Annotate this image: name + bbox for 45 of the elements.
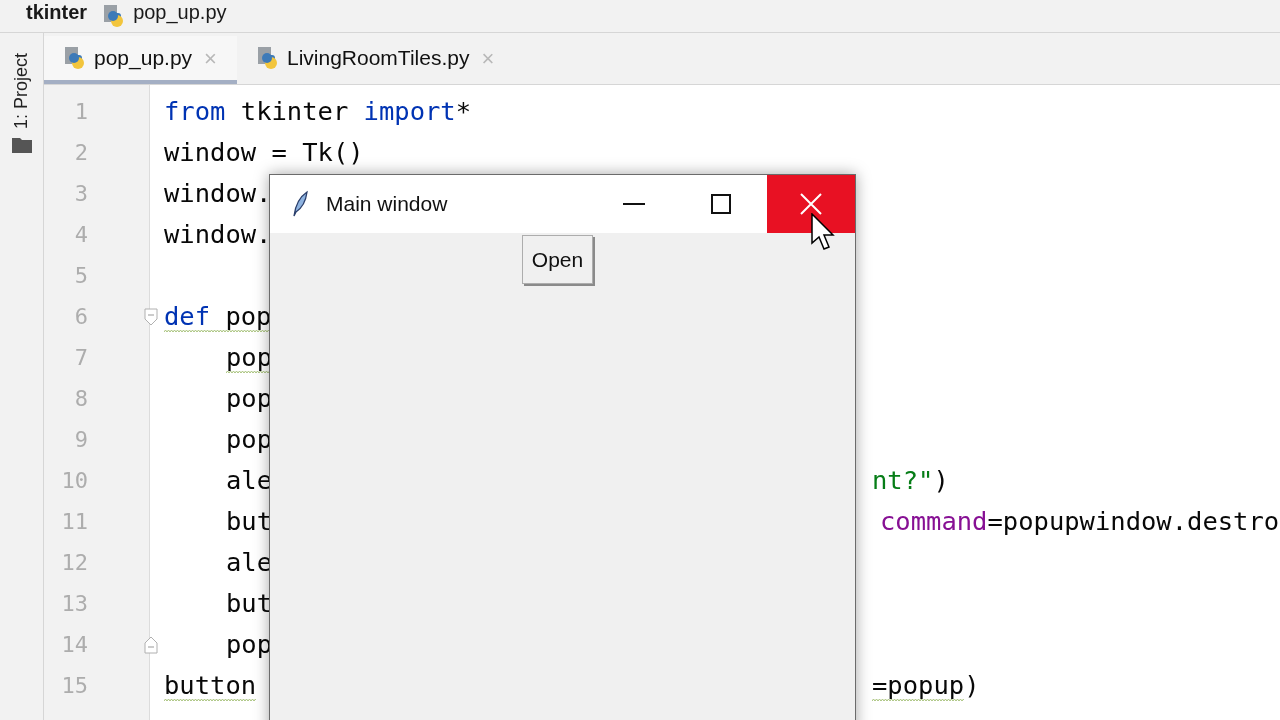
code-text: window. (164, 218, 272, 252)
code-text: from tkinter import* (164, 95, 472, 129)
line-number: 15 (60, 672, 88, 700)
line-number: 12 (60, 549, 88, 577)
line-number: 2 (73, 139, 88, 167)
window-title: Main window (326, 191, 449, 218)
python-file-icon (256, 46, 279, 70)
code-text: pop (226, 628, 273, 662)
line-number: 1 (73, 98, 88, 126)
python-file-icon (103, 4, 126, 28)
line-number: 3 (73, 180, 88, 208)
python-file-icon (64, 46, 86, 70)
line-number: 10 (60, 467, 88, 495)
mouse-cursor-icon (811, 213, 835, 253)
line-number: 4 (73, 221, 88, 249)
close-button[interactable] (767, 175, 855, 233)
folder-icon (11, 137, 32, 154)
code-text: but (226, 505, 273, 539)
code-text: but (226, 587, 273, 621)
close-icon (800, 193, 822, 215)
line-number: 11 (60, 508, 88, 536)
code-text: window = Tk() (164, 136, 364, 170)
code-text: nt?") (872, 464, 949, 498)
project-tool-tab[interactable]: 1: Project (8, 53, 35, 130)
line-number: 8 (73, 385, 88, 413)
code-text: ale (226, 464, 273, 498)
line-number: 13 (60, 590, 88, 618)
line-number: 7 (73, 344, 88, 372)
line-number: 14 (60, 631, 88, 659)
code-text: pop (226, 382, 273, 416)
line-number: 6 (73, 303, 88, 331)
code-text: pop (226, 423, 273, 457)
line-number: 5 (73, 262, 88, 290)
breadcrumb-item[interactable]: pop_up.py (133, 0, 227, 27)
breadcrumb-item[interactable]: tkinter (26, 0, 88, 27)
maximize-icon[interactable] (711, 194, 731, 214)
feather-icon (290, 190, 310, 218)
editor-tab[interactable]: pop_up.py × (44, 36, 237, 84)
line-number: 9 (73, 426, 88, 454)
minimize-icon[interactable] (623, 202, 645, 206)
code-text: window. (164, 177, 272, 211)
open-button[interactable]: Open (521, 235, 594, 284)
code-text: command=popupwindow.destro (880, 505, 1280, 539)
code-text: ale (226, 546, 273, 580)
editor-tab[interactable]: LivingRoomTiles.py × (236, 36, 515, 84)
